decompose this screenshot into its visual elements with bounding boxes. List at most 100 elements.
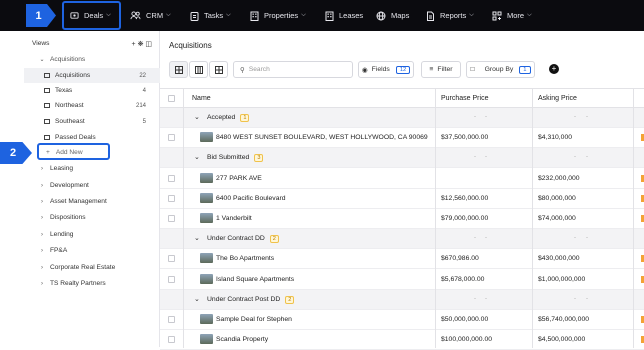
sidebar-item-label: Texas: [55, 87, 73, 94]
group-count-badge: 1: [240, 114, 250, 122]
dash-placeholder: -: [586, 235, 588, 242]
group-name: Under Contract DD: [207, 235, 265, 243]
purchase-price: $100,000,000.00: [441, 336, 493, 344]
column-header-asking-price[interactable]: Asking Price: [538, 95, 577, 102]
sidebar-group-acquisitions[interactable]: ⌄ Acquisitions: [24, 52, 160, 67]
deal-name[interactable]: 1 Vanderbilt: [216, 215, 252, 222]
row-checkbox[interactable]: [168, 316, 175, 323]
chevron-down-icon[interactable]: ⌄: [194, 234, 200, 242]
group-by-button[interactable]: □ Group By 1: [466, 61, 535, 78]
group-row[interactable]: ⌄ Bid Submitted 3 - - - -: [160, 148, 644, 169]
filter-button[interactable]: ≡ Filter: [421, 61, 461, 78]
chevron-right-icon: ›: [41, 264, 43, 271]
asking-price: $1,000,000,000: [538, 275, 586, 283]
table-row[interactable]: 6400 Pacific Boulevard $12,560,000.00 $80,…: [160, 189, 644, 209]
sidebar-group-2[interactable]: › Asset Management: [24, 194, 160, 209]
chevron-down-icon[interactable]: ⌄: [194, 113, 200, 121]
asking-price: $430,000,000: [538, 255, 580, 263]
nav-leases[interactable]: Leases: [325, 0, 363, 31]
nav-reports-label: Reports: [440, 11, 467, 20]
row-checkbox[interactable]: [168, 255, 175, 263]
table-icon: [44, 73, 50, 78]
table-icon: [44, 88, 50, 93]
asking-price: $56,740,000,000: [538, 316, 590, 323]
nav-reports[interactable]: Reports ⌵: [426, 0, 474, 31]
group-count-badge: 2: [285, 295, 295, 304]
views-header: Views + ❋ ◫: [24, 36, 160, 51]
row-checkbox[interactable]: [168, 336, 175, 344]
sidebar-group-1[interactable]: › Development: [24, 178, 160, 193]
dash-placeholder: -: [574, 114, 576, 120]
row-checkbox[interactable]: [168, 194, 175, 202]
row-checkbox[interactable]: [168, 134, 175, 142]
grid-view-button[interactable]: [209, 61, 228, 78]
select-all-checkbox[interactable]: [168, 95, 175, 102]
sidebar-item-acquisitions[interactable]: Acquisitions 22: [24, 68, 160, 83]
deal-name[interactable]: Island Square Apartments: [216, 276, 294, 283]
nav-leases-label: Leases: [339, 11, 364, 20]
asking-price: $4,310,000: [538, 134, 573, 142]
sidebar-item-texas[interactable]: Texas 4: [24, 83, 160, 98]
table-icon: [44, 119, 50, 124]
table-view-button[interactable]: [169, 61, 188, 78]
table-row[interactable]: Scandia Property $100,000,000.00 $4,500,00…: [160, 330, 644, 350]
group-count-badge: 3: [254, 154, 264, 163]
chevron-down-icon: ⌵: [301, 12, 306, 18]
purchase-price: $37,500,000.00: [441, 134, 489, 142]
deal-name[interactable]: Sample Deal for Stephen: [216, 316, 292, 323]
sidebar-item-label: Southeast: [55, 118, 85, 125]
deal-name[interactable]: 277 PARK AVE: [216, 175, 262, 182]
chevron-down-icon[interactable]: ⌄: [194, 295, 200, 303]
nav-properties[interactable]: Properties ⌵: [250, 0, 306, 31]
table-row[interactable]: 277 PARK AVE $232,000,000: [160, 169, 644, 189]
property-thumbnail: [200, 172, 213, 183]
deal-name[interactable]: The Bo Apartments: [216, 255, 274, 262]
nav-tasks[interactable]: Tasks ⌵: [190, 0, 231, 31]
add-record-button[interactable]: +: [549, 64, 559, 74]
search-input[interactable]: ⚲ Search: [233, 61, 353, 78]
dash-placeholder: -: [474, 154, 476, 161]
nav-crm-label: CRM: [146, 11, 164, 20]
deal-name[interactable]: Scandia Property: [216, 336, 268, 343]
sidebar-item-label: Passed Deals: [55, 134, 96, 141]
sidebar-group-label: Dispositions: [50, 214, 86, 221]
folder-icon: □: [470, 66, 475, 73]
main-content: Acquisitions ⚲ Search ◉ Fields 12 ≡ Filt…: [160, 31, 644, 350]
deal-name[interactable]: 6400 Pacific Boulevard: [216, 195, 286, 202]
board-view-button[interactable]: [189, 61, 208, 78]
property-thumbnail: [200, 192, 213, 203]
row-checkbox[interactable]: [168, 174, 175, 182]
views-actions[interactable]: + ❋ ◫: [132, 40, 152, 48]
column-header-purchase-price[interactable]: Purchase Price: [441, 95, 488, 102]
sidebar-item-northeast[interactable]: Northeast 214: [24, 98, 160, 113]
table-row[interactable]: 8480 WEST SUNSET BOULEVARD, WEST HOLLYWO…: [160, 128, 644, 149]
table-row[interactable]: Island Square Apartments $5,678,000.00 $1,…: [160, 270, 644, 290]
group-label: Under Contract Post DD 2: [207, 295, 295, 304]
group-row[interactable]: ⌄ Under Contract DD 2 - - - -: [160, 229, 644, 250]
nav-crm[interactable]: CRM ⌵: [130, 0, 171, 31]
row-checkbox[interactable]: [168, 215, 175, 222]
sidebar-group-7[interactable]: › TS Realty Partners: [24, 276, 160, 291]
people-icon: [130, 11, 141, 20]
sidebar-group-6[interactable]: › Corporate Real Estate: [24, 260, 160, 275]
sidebar-group-label: Development: [50, 182, 89, 189]
nav-maps[interactable]: Maps: [376, 0, 409, 31]
sidebar-group-3[interactable]: › Dispositions: [24, 210, 160, 225]
row-checkbox[interactable]: [168, 275, 175, 283]
table-row[interactable]: 1 Vanderbilt $79,000,000.00 $74,000,000: [160, 209, 644, 229]
fields-button[interactable]: ◉ Fields 12: [358, 61, 414, 78]
nav-more[interactable]: More ⌵: [492, 0, 532, 31]
table-row[interactable]: The Bo Apartments $670,986.00 $430,000,000: [160, 249, 644, 270]
group-row[interactable]: ⌄ Under Contract Post DD 2 - - - -: [160, 289, 644, 310]
chevron-down-icon[interactable]: ⌄: [194, 153, 200, 161]
column-header-name[interactable]: Name: [192, 95, 211, 102]
sidebar-group-5[interactable]: › FP&A: [24, 243, 160, 258]
group-row[interactable]: ⌄ Accepted 1 - - - -: [160, 108, 644, 128]
nav-properties-label: Properties: [264, 11, 299, 20]
sidebar-group-4[interactable]: › Lending: [24, 227, 160, 242]
views-sidebar: Views + ❋ ◫ ⌄ Acquisitions Acquisitions …: [24, 31, 160, 347]
sidebar-group-0[interactable]: › Leasing: [24, 161, 160, 176]
table-row[interactable]: Sample Deal for Stephen $50,000,000.00 $56…: [160, 310, 644, 330]
sidebar-item-southeast[interactable]: Southeast 5: [24, 114, 160, 129]
deal-name[interactable]: 8480 WEST SUNSET BOULEVARD, WEST HOLLYWO…: [216, 134, 428, 141]
